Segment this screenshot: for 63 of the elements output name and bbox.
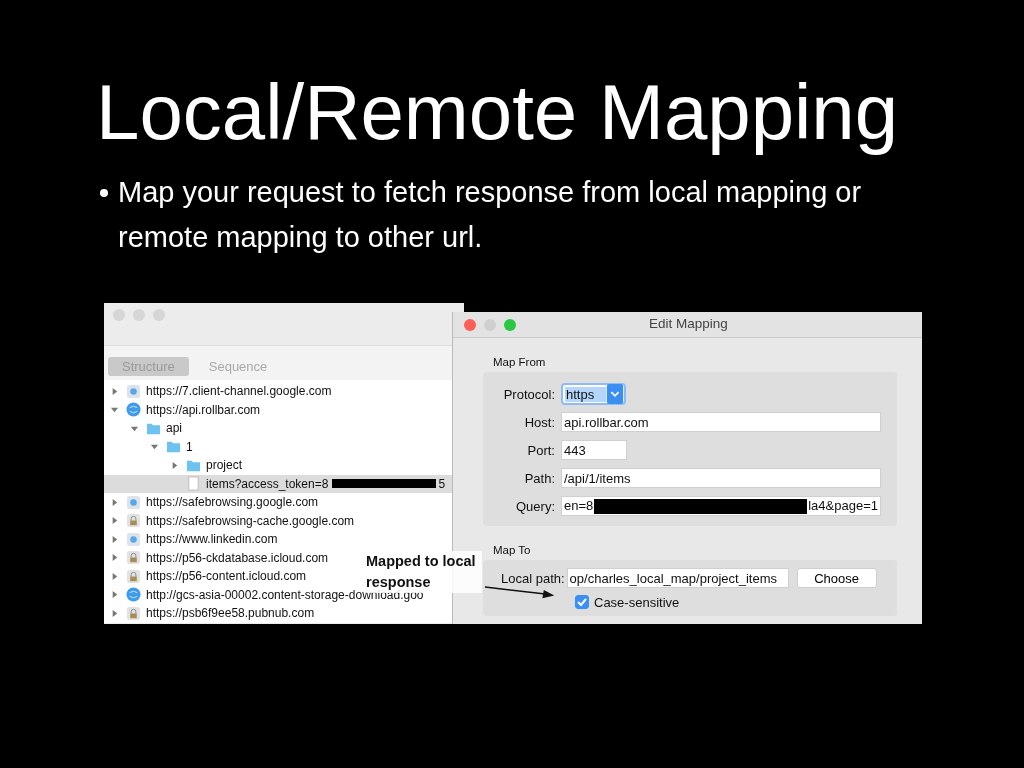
globe-icon — [126, 494, 141, 510]
globe-icon — [126, 383, 141, 399]
section-label: Map To — [493, 544, 531, 556]
bullet-text: Map your request to fetch response from local mapping or remote mapping to other url. — [118, 175, 863, 255]
field-label: Protocol: — [502, 386, 555, 402]
lock-icon — [126, 513, 141, 529]
field-label: Local path: — [501, 570, 565, 586]
tree-row[interactable]: 1 — [104, 437, 464, 456]
field-text: la4&page=1 — [808, 497, 878, 515]
tree-row[interactable]: https://psb6f9ee58.pubnub.com — [104, 604, 464, 623]
tree-row[interactable]: https://safebrowsing.google.com — [104, 493, 464, 512]
caret-down-icon[interactable] — [110, 405, 119, 415]
tree-item-label: api — [166, 421, 182, 436]
section-label: Map From — [493, 356, 546, 368]
tree-row[interactable]: project — [104, 456, 464, 475]
input-field[interactable]: api.rollbar.com — [561, 412, 881, 432]
chevron-down-icon — [606, 384, 625, 404]
window-title: Edit Mapping — [649, 316, 728, 331]
field-label: Path: — [523, 470, 555, 486]
globe-icon — [126, 402, 141, 418]
tree-row[interactable]: https://7.client-channel.google.com — [104, 382, 464, 401]
slide-title: Local/Remote Mapping — [96, 70, 900, 154]
lock-icon — [126, 605, 141, 621]
tree-row[interactable]: https://www.linkedin.com — [104, 530, 464, 549]
file-icon — [186, 476, 201, 492]
globe-icon — [126, 587, 141, 603]
tree-item-label: https://psb6f9ee58.pubnub.com — [146, 606, 315, 621]
field-text: en=8 — [564, 497, 594, 515]
input-field[interactable]: en=8 la4&page=1 — [561, 496, 881, 516]
checkbox[interactable] — [575, 595, 589, 609]
lock-icon — [126, 568, 141, 584]
field-label: Port: — [526, 442, 555, 458]
folder-icon — [166, 439, 181, 455]
globe-icon — [126, 531, 141, 547]
caret-right-icon[interactable] — [110, 386, 119, 396]
field-label: Query: — [515, 498, 555, 514]
input-field[interactable]: /api/1/items — [561, 468, 881, 488]
tree-item-label: https://p56-content.icloud.com — [146, 569, 307, 584]
checkbox-label: Case-sensitive — [594, 594, 680, 610]
protocol-dropdown[interactable]: https — [561, 383, 627, 405]
close-icon[interactable] — [464, 318, 476, 331]
tree-item-label: https://safebrowsing-cache.google.com — [146, 513, 355, 528]
input-field[interactable]: op/charles_local_map/project_items — [566, 568, 789, 588]
tree-item-label: https://api.rollbar.com — [146, 402, 261, 417]
tree-item-label: items?access_token=8 — [206, 476, 329, 491]
tree-item-label: https://p56-ckdatabase.icloud.com — [146, 550, 329, 565]
annotation-text: Mapped to local response — [366, 551, 482, 593]
tree-row[interactable]: https://safebrowsing-cache.google.com — [104, 511, 464, 530]
tree-row[interactable]: https://api.rollbar.com — [104, 400, 464, 419]
tree-item-label: 1 — [186, 439, 193, 454]
tree-item-label: https://www.linkedin.com — [146, 532, 278, 547]
lock-icon — [126, 550, 141, 566]
choose-button[interactable]: Choose — [796, 568, 877, 588]
tree-item-label: project — [206, 458, 243, 473]
bullet-icon — [100, 189, 108, 197]
tree-item-label: https://safebrowsing.google.com — [146, 495, 319, 510]
caret-right-icon[interactable] — [170, 460, 179, 470]
tree-item-label: https://7.client-channel.google.com — [146, 384, 332, 399]
field-label: Host: — [523, 414, 555, 430]
tree-item-label: 5 — [438, 476, 446, 491]
caret-down-icon[interactable] — [150, 442, 159, 452]
tree-row[interactable]: api — [104, 419, 464, 438]
input-field[interactable]: 443 — [561, 440, 627, 460]
